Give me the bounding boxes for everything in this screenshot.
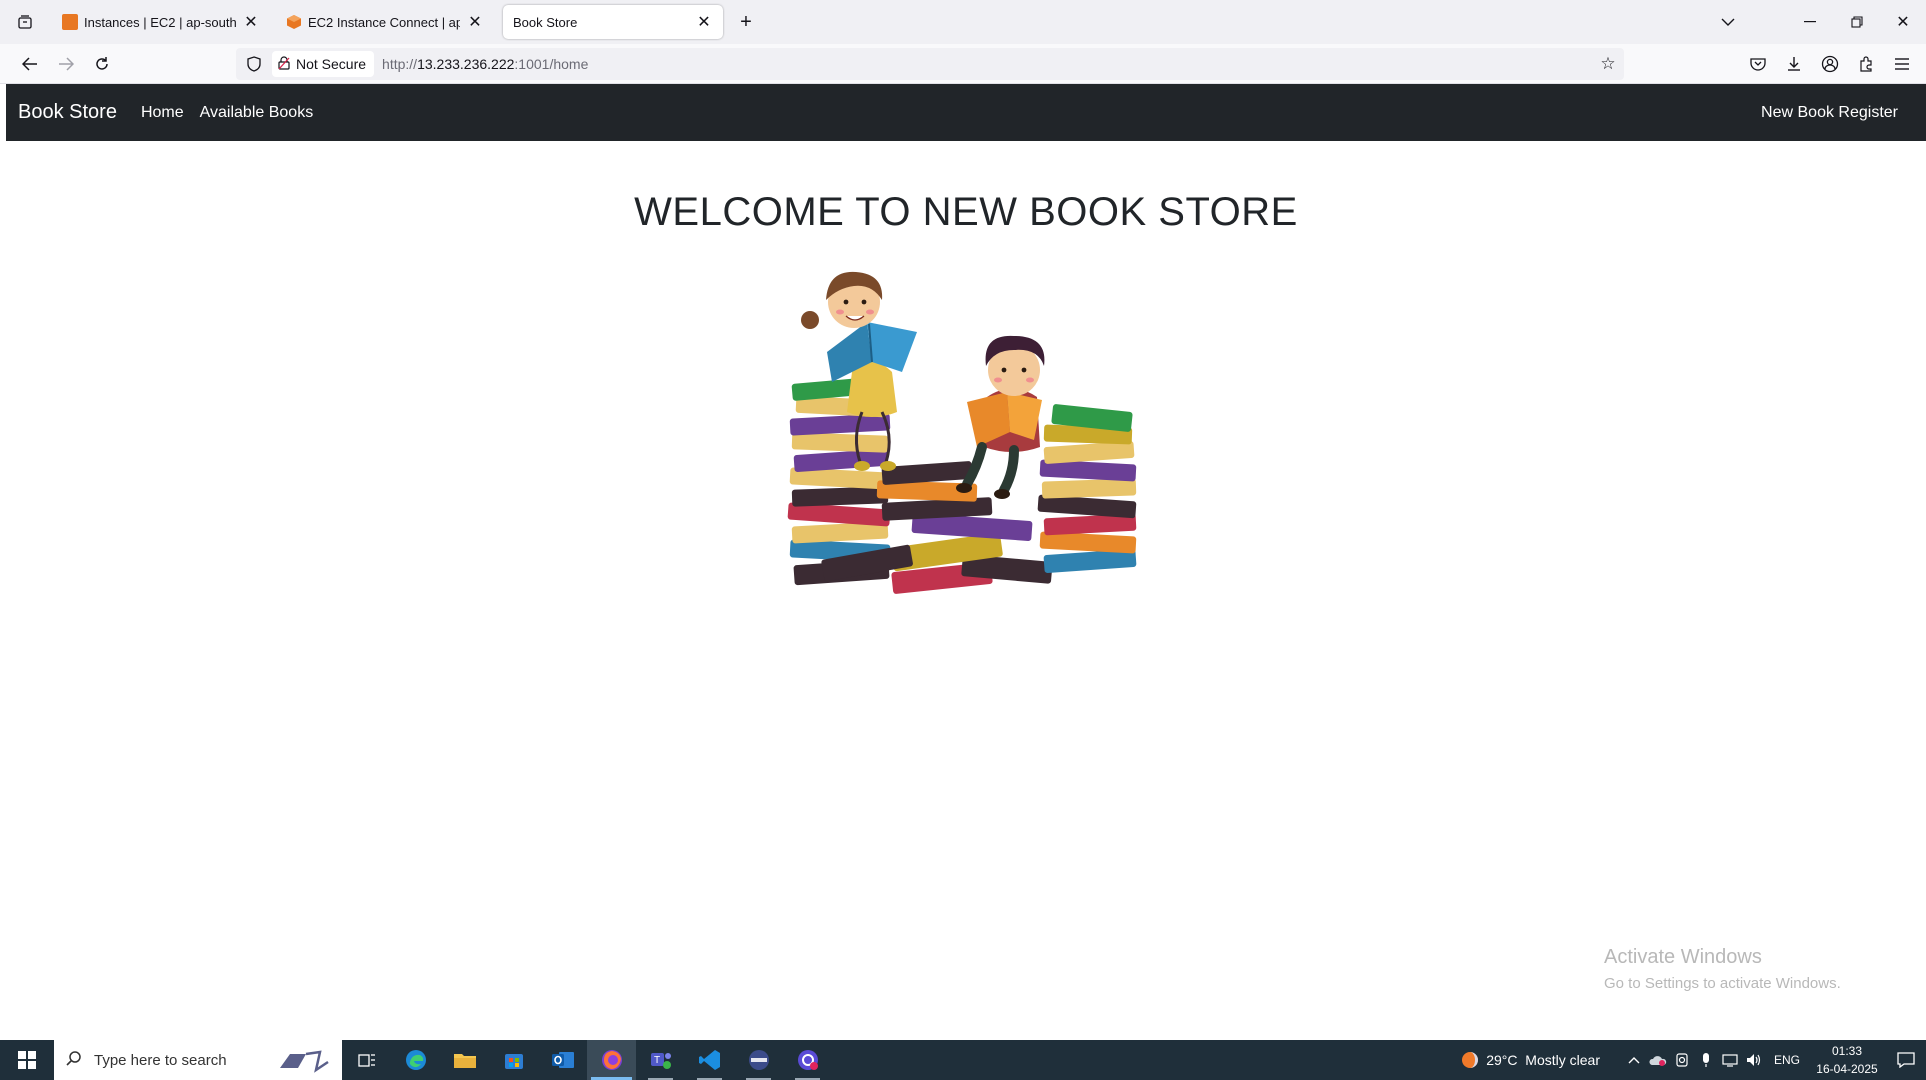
- network-icon[interactable]: [1718, 1040, 1742, 1080]
- language-indicator[interactable]: ENG: [1774, 1053, 1800, 1067]
- nav-link-available-books[interactable]: Available Books: [200, 104, 314, 122]
- terminal-app-icon[interactable]: [734, 1040, 783, 1080]
- tab-title: Instances | EC2 | ap-south-1: [84, 14, 236, 30]
- edge-browser-icon[interactable]: [391, 1040, 440, 1080]
- app-menu-hamburger-icon[interactable]: [1890, 52, 1914, 76]
- tracking-protection-shield-icon[interactable]: [244, 54, 264, 74]
- bookmark-star-icon[interactable]: ☆: [1598, 54, 1618, 74]
- browser-tab-strip: Instances | EC2 | ap-south-1 ✕ EC2 Insta…: [0, 0, 1926, 44]
- weather-text[interactable]: 29°C Mostly clear: [1486, 1052, 1600, 1068]
- task-view-icon[interactable]: [342, 1040, 391, 1080]
- restore-window-icon[interactable]: [1845, 10, 1869, 34]
- vscode-icon[interactable]: [685, 1040, 734, 1080]
- tab-list-icon[interactable]: [14, 11, 36, 33]
- teams-icon[interactable]: T: [636, 1040, 685, 1080]
- url-text[interactable]: http://13.233.236.222:1001/home: [382, 56, 588, 72]
- clock-date: 16-04-2025: [1816, 1062, 1878, 1076]
- show-hidden-icons-chevron-icon[interactable]: [1622, 1040, 1646, 1080]
- search-placeholder: Type here to search: [94, 1051, 227, 1069]
- extensions-icon[interactable]: [1854, 52, 1878, 76]
- new-book-register-link[interactable]: New Book Register: [1761, 104, 1898, 122]
- close-window-icon[interactable]: ✕: [1891, 10, 1915, 34]
- outlook-icon[interactable]: [538, 1040, 587, 1080]
- aws-cube-favicon-icon: [286, 14, 302, 30]
- windows-start-button[interactable]: [0, 1040, 54, 1080]
- new-tab-plus-icon[interactable]: +: [734, 10, 758, 34]
- watermark-subtitle: Go to Settings to activate Windows.: [1604, 975, 1841, 992]
- forward-arrow-icon[interactable]: [54, 52, 78, 76]
- clock-time: 01:33: [1831, 1044, 1863, 1058]
- url-bar[interactable]: Not Secure http://13.233.236.222:1001/ho…: [236, 48, 1624, 80]
- insecure-lock-icon: [278, 55, 290, 73]
- aws-favicon-icon: [62, 14, 78, 30]
- volume-speaker-icon[interactable]: [1742, 1040, 1766, 1080]
- onedrive-cloud-icon[interactable]: [1646, 1040, 1670, 1080]
- list-all-tabs-chevron-icon[interactable]: [1716, 10, 1740, 34]
- nav-link-home[interactable]: Home: [141, 104, 184, 122]
- security-indicator[interactable]: Not Secure: [272, 51, 375, 77]
- tab-title: Book Store: [513, 14, 578, 30]
- not-secure-label: Not Secure: [296, 56, 367, 72]
- account-icon[interactable]: [1818, 52, 1842, 76]
- tab-title: EC2 Instance Connect | ap-south-1: [308, 14, 460, 30]
- taskbar-search-box[interactable]: Type here to search: [54, 1040, 342, 1080]
- close-tab-icon[interactable]: ✕: [695, 13, 713, 31]
- reload-icon[interactable]: [90, 52, 114, 76]
- page-heading: WELCOME TO NEW BOOK STORE: [634, 190, 1298, 234]
- file-explorer-icon[interactable]: [440, 1040, 489, 1080]
- url-host: 13.233.236.222: [417, 56, 515, 72]
- browser-nav-bar: Not Secure http://13.233.236.222:1001/ho…: [0, 44, 1926, 84]
- chat-app-icon[interactable]: [783, 1040, 832, 1080]
- search-icon: [66, 1050, 82, 1070]
- tab-ec2-instance-connect[interactable]: EC2 Instance Connect | ap-south-1 ✕: [276, 5, 494, 39]
- system-tray: 29°C Mostly clear ENG 01:33 16-04-2025: [1456, 1040, 1926, 1080]
- microsoft-store-icon[interactable]: [489, 1040, 538, 1080]
- activate-windows-watermark: Activate Windows Go to Settings to activ…: [1604, 946, 1841, 992]
- firefox-icon[interactable]: [587, 1040, 636, 1080]
- back-arrow-icon[interactable]: [18, 52, 42, 76]
- minimize-window-icon[interactable]: [1798, 10, 1822, 34]
- url-prefix: http://: [382, 56, 418, 72]
- pocket-icon[interactable]: [1746, 52, 1770, 76]
- site-navbar: Book Store Home Available Books New Book…: [6, 84, 1926, 141]
- close-tab-icon[interactable]: ✕: [466, 13, 484, 31]
- system-clock[interactable]: 01:33 16-04-2025: [1808, 1042, 1886, 1078]
- search-highlight-icon: [276, 1048, 332, 1078]
- close-tab-icon[interactable]: ✕: [242, 13, 260, 31]
- tab-instances-ec2[interactable]: Instances | EC2 | ap-south-1 ✕: [52, 5, 270, 39]
- notification-center-icon[interactable]: [1886, 1040, 1926, 1080]
- tab-book-store[interactable]: Book Store ✕: [503, 5, 723, 39]
- windows-taskbar: Type here to search T 29°C Mostly clear: [0, 1040, 1926, 1080]
- downloads-icon[interactable]: [1782, 52, 1806, 76]
- microphone-icon[interactable]: [1694, 1040, 1718, 1080]
- weather-icon[interactable]: [1456, 1040, 1486, 1080]
- kids-reading-books-illustration: [782, 262, 1148, 612]
- navbar-brand[interactable]: Book Store: [18, 101, 117, 124]
- camera-icon[interactable]: [1670, 1040, 1694, 1080]
- url-path: :1001/home: [514, 56, 589, 72]
- watermark-title: Activate Windows: [1604, 946, 1762, 968]
- svg-text:T: T: [654, 1055, 660, 1066]
